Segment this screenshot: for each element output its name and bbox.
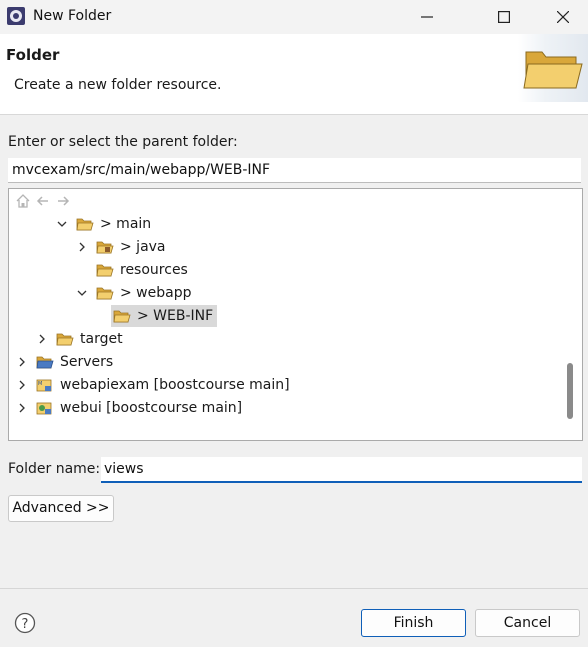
tree-item-webapp[interactable]: > webapp (76, 282, 193, 304)
advanced-button[interactable]: Advanced >> (8, 495, 114, 522)
close-icon (557, 11, 569, 23)
parent-folder-label: Enter or select the parent folder: (8, 134, 238, 150)
tree-item-webapiexam[interactable]: M webapiexam [boostcourse main] (16, 374, 292, 396)
cancel-button[interactable]: Cancel (475, 609, 580, 637)
folder-icon (96, 262, 114, 278)
minimize-button[interactable] (404, 0, 450, 34)
servers-folder-icon (36, 354, 54, 370)
folder-icon (96, 285, 114, 301)
svg-text:M: M (38, 381, 42, 387)
folder-icon (56, 331, 74, 347)
tree-toolbar (15, 193, 71, 211)
wizard-header: Folder Create a new folder resource. (0, 34, 588, 115)
parent-folder-input[interactable] (8, 158, 581, 183)
eclipse-icon (6, 6, 26, 26)
folder-large-icon (518, 34, 588, 102)
tree-item-java[interactable]: > java (76, 236, 168, 258)
home-icon[interactable] (15, 193, 31, 209)
folder-name-input[interactable] (101, 457, 582, 483)
tree-item-label: resources (120, 262, 188, 278)
web-project-icon (36, 400, 54, 416)
close-button[interactable] (540, 0, 586, 34)
back-arrow-icon[interactable] (35, 193, 51, 209)
tree-item-label: > java (120, 239, 166, 255)
chevron-right-icon[interactable] (16, 356, 28, 368)
minimize-icon (421, 16, 433, 18)
chevron-down-icon[interactable] (76, 287, 88, 299)
tree-item-resources[interactable]: resources (76, 259, 190, 281)
tree-item-label: webapiexam [boostcourse main] (60, 377, 290, 393)
tree-item-label: > webapp (120, 285, 192, 301)
chevron-right-icon[interactable] (16, 402, 28, 414)
page-description: Create a new folder resource. (14, 77, 222, 93)
finish-button[interactable]: Finish (361, 609, 466, 637)
maximize-icon (498, 11, 510, 23)
folder-icon (113, 308, 131, 324)
maximize-button[interactable] (481, 0, 527, 34)
help-icon[interactable]: ? (14, 612, 36, 634)
chevron-right-icon[interactable] (16, 379, 28, 391)
title-bar: New Folder (0, 0, 588, 34)
tree-item-label: Servers (60, 354, 114, 370)
chevron-right-icon[interactable] (36, 333, 48, 345)
window-title: New Folder (33, 8, 112, 24)
tree-item-label: target (80, 331, 123, 347)
page-title: Folder (6, 46, 60, 64)
chevron-down-icon[interactable] (56, 218, 68, 230)
package-folder-icon (96, 239, 114, 255)
tree-item-label: > main (100, 216, 152, 232)
folder-tree[interactable]: > main > java resources > webapp > WEB-I… (8, 188, 583, 441)
tree-item-servers[interactable]: Servers (16, 351, 115, 373)
forward-arrow-icon[interactable] (55, 193, 71, 209)
svg-text:?: ? (22, 617, 29, 632)
tree-scrollbar-thumb[interactable] (567, 363, 573, 419)
tree-item-label: webui [boostcourse main] (60, 400, 243, 416)
tree-item-webui[interactable]: webui [boostcourse main] (16, 397, 244, 419)
chevron-right-icon[interactable] (76, 241, 88, 253)
footer-divider (0, 588, 588, 589)
tree-item-target[interactable]: target (36, 328, 125, 350)
tree-item-web-inf[interactable]: > WEB-INF (111, 305, 218, 327)
maven-project-icon: M (36, 377, 54, 393)
tree-item-label: > WEB-INF (137, 308, 214, 324)
folder-name-label: Folder name: (8, 461, 101, 477)
tree-item-main[interactable]: > main (56, 213, 153, 235)
folder-icon (76, 216, 94, 232)
